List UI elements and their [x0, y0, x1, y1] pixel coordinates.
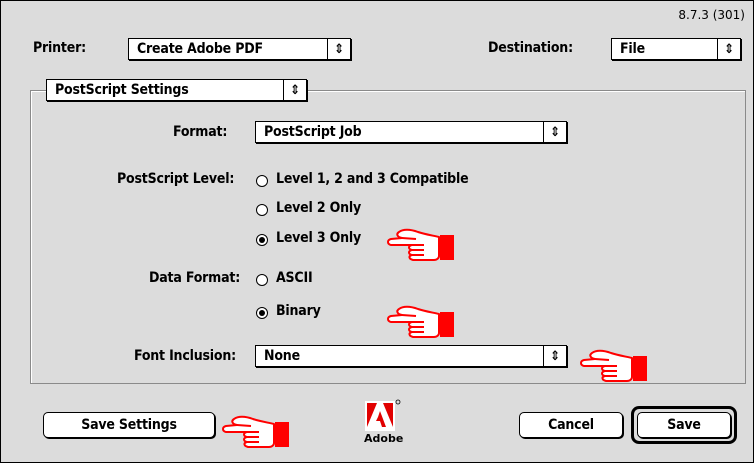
updown-arrows-icon: ⇕: [543, 122, 566, 142]
radio-level-3[interactable]: [256, 234, 268, 246]
destination-label: Destination:: [488, 40, 573, 56]
format-label: Format:: [173, 124, 228, 140]
save-button[interactable]: Save: [637, 412, 731, 438]
panel-selector-popup[interactable]: PostScript Settings ⇕: [46, 79, 307, 101]
font-inclusion-popup[interactable]: None ⇕: [255, 345, 567, 367]
radio-ascii-label: ASCII: [276, 270, 313, 286]
font-inclusion-value: None: [264, 348, 300, 364]
printer-popup[interactable]: Create Adobe PDF ⇕: [128, 38, 351, 60]
updown-arrows-icon: ⇕: [327, 39, 350, 59]
pointing-hand-icon: [387, 228, 455, 261]
version-label: 8.7.3 (301): [678, 8, 745, 22]
save-settings-button[interactable]: Save Settings: [43, 412, 215, 438]
updown-arrows-icon: ⇕: [283, 80, 306, 100]
pointing-hand-icon: [387, 305, 455, 338]
font-inclusion-label: Font Inclusion:: [134, 348, 236, 364]
format-value: PostScript Job: [264, 124, 362, 140]
radio-binary[interactable]: [256, 307, 268, 319]
radio-binary-label: Binary: [276, 303, 321, 319]
radio-level-3-label: Level 3 Only: [276, 230, 361, 246]
postscript-level-label: PostScript Level:: [117, 171, 235, 187]
updown-arrows-icon: ⇕: [717, 39, 740, 59]
radio-level-2-label: Level 2 Only: [276, 200, 361, 216]
radio-level-123-label: Level 1, 2 and 3 Compatible: [276, 171, 469, 187]
radio-level-2[interactable]: [256, 204, 268, 216]
print-dialog: 8.7.3 (301) Printer: Create Adobe PDF ⇕ …: [0, 0, 754, 463]
updown-arrows-icon: ⇕: [543, 346, 566, 366]
radio-ascii[interactable]: [256, 274, 268, 286]
cancel-button[interactable]: Cancel: [519, 412, 623, 438]
destination-value: File: [620, 41, 645, 57]
panel-selector-value: PostScript Settings: [55, 82, 189, 98]
format-popup[interactable]: PostScript Job ⇕: [255, 121, 567, 143]
data-format-label: Data Format:: [149, 270, 241, 286]
printer-value: Create Adobe PDF: [137, 41, 263, 57]
pointing-hand-icon: [222, 415, 290, 448]
printer-label: Printer:: [33, 40, 86, 56]
destination-popup[interactable]: File ⇕: [611, 38, 741, 60]
adobe-logo: Adobe: [361, 399, 407, 449]
adobe-logo-text: Adobe: [364, 432, 404, 445]
pointing-hand-icon: [580, 349, 648, 382]
radio-level-123[interactable]: [256, 175, 268, 187]
